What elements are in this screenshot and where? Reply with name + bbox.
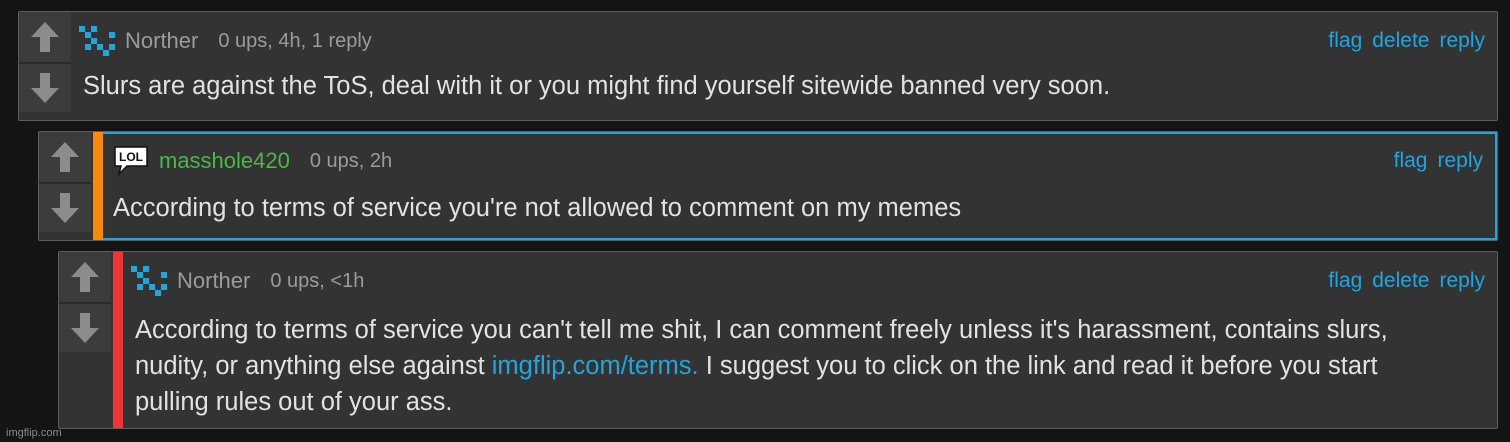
arrow-down-icon: [51, 193, 79, 223]
comment-meta: 0 ups, 2h: [309, 149, 393, 172]
comment-body: Norther 0 ups, 4h, 1 reply flag delete r…: [71, 12, 1497, 120]
vote-controls: [39, 132, 91, 240]
upvote-button[interactable]: [59, 252, 111, 302]
username-link[interactable]: Norther: [125, 28, 198, 54]
downvote-button[interactable]: [59, 302, 111, 352]
arrow-up-icon: [51, 142, 79, 172]
new-comment-stripe: [113, 252, 123, 428]
flag-link[interactable]: flag: [1394, 149, 1428, 173]
delete-link[interactable]: delete: [1372, 29, 1429, 53]
mod-stripe: [93, 132, 103, 240]
comment-body: LOL masshole420 0 ups, 2h flag reply Acc…: [103, 132, 1497, 240]
comment-actions: flag delete reply: [1328, 266, 1485, 296]
lol-badge-text: LOL: [119, 150, 143, 164]
comment-body: Norther 0 ups, <1h flag delete reply Acc…: [123, 252, 1497, 428]
flag-link[interactable]: flag: [1328, 269, 1362, 293]
comment-meta: 0 ups, <1h: [270, 269, 365, 292]
arrow-up-icon: [31, 22, 59, 52]
arrow-down-icon: [31, 73, 59, 103]
vote-controls: [59, 252, 111, 428]
delete-link[interactable]: delete: [1372, 269, 1429, 293]
comment-header: LOL masshole420 0 ups, 2h: [113, 146, 1495, 176]
comment-text: According to terms of service you're not…: [113, 194, 962, 222]
comment-header: Norther 0 ups, 4h, 1 reply: [79, 26, 1497, 56]
reply-link[interactable]: reply: [1437, 149, 1483, 173]
terms-link[interactable]: imgflip.com/terms.: [492, 352, 699, 380]
comment-text: According to terms of service you can't …: [135, 312, 1441, 420]
pixel-avatar-icon[interactable]: [79, 26, 119, 56]
comment-actions: flag delete reply: [1328, 26, 1485, 56]
vote-controls: [19, 12, 71, 120]
arrow-up-icon: [71, 262, 99, 292]
arrow-down-icon: [71, 313, 99, 343]
comment-text: Slurs are against the ToS, deal with it …: [83, 72, 1111, 100]
flag-link[interactable]: flag: [1328, 29, 1362, 53]
comment-reply: Norther 0 ups, <1h flag delete reply Acc…: [58, 251, 1498, 429]
comment-header: Norther 0 ups, <1h: [131, 266, 1497, 296]
downvote-button[interactable]: [19, 62, 71, 112]
lol-speech-bubble-icon[interactable]: LOL: [113, 146, 153, 176]
comment-actions: flag reply: [1394, 146, 1483, 176]
reply-link[interactable]: reply: [1439, 269, 1485, 293]
pixel-avatar-icon[interactable]: [131, 266, 171, 296]
upvote-button[interactable]: [39, 132, 91, 182]
downvote-button[interactable]: [39, 182, 91, 232]
upvote-button[interactable]: [19, 12, 71, 62]
username-link[interactable]: masshole420: [159, 148, 290, 174]
username-link[interactable]: Norther: [177, 268, 250, 294]
comment: Norther 0 ups, 4h, 1 reply flag delete r…: [18, 11, 1498, 121]
comment-reply: LOL masshole420 0 ups, 2h flag reply Acc…: [38, 131, 1498, 241]
comment-meta: 0 ups, 4h, 1 reply: [218, 29, 372, 52]
imgflip-watermark: imgflip.com: [6, 427, 62, 439]
reply-link[interactable]: reply: [1439, 29, 1485, 53]
